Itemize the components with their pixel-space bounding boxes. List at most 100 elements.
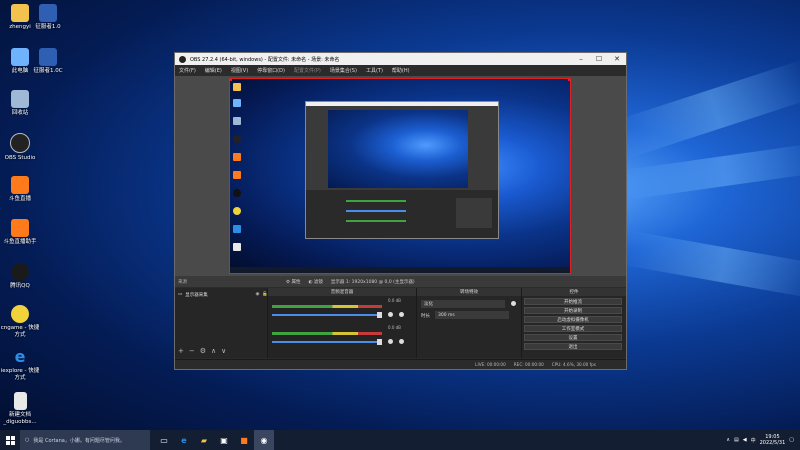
ie-icon: e	[14, 347, 26, 366]
start-button[interactable]	[0, 430, 20, 450]
resize-handle[interactable]	[230, 79, 232, 81]
task-view-icon[interactable]: ▭	[154, 430, 174, 450]
transitions-pane: 转场特效 淡化 时长 300 ms	[417, 288, 522, 358]
audio-meter-2	[272, 332, 382, 335]
menu-view[interactable]: 视图(V)	[231, 67, 248, 74]
add-transition-icon[interactable]	[511, 301, 516, 306]
ime-icon[interactable]: 中	[751, 437, 756, 444]
preview-icon	[233, 83, 241, 91]
menu-tools[interactable]: 工具(T)	[366, 67, 383, 74]
maximize-icon[interactable]: ☐	[590, 55, 608, 63]
desktop-icon-iexplore[interactable]: e iexplore - 快捷方式	[0, 348, 40, 382]
sources-toolbar: + − ⚙ ∧ ∨	[178, 347, 226, 355]
taskbar-apps: ▭ e ▰ ▣ ■ ◉	[154, 430, 274, 450]
display-select[interactable]: 显示器 1: 1920x1080 @ 0,0 (主显示器)	[327, 279, 419, 285]
audio-db-1: 0.0 dB	[388, 298, 401, 303]
window-title: OBS 27.2.4 (64-bit, windows) - 配置文件: 未命名…	[190, 56, 340, 63]
network-icon[interactable]: ▤	[734, 437, 739, 443]
move-down-icon[interactable]: ∨	[221, 347, 226, 355]
desktop-icon-qq[interactable]: 腾讯QQ	[0, 263, 40, 290]
move-up-icon[interactable]: ∧	[211, 347, 216, 355]
douyu-icon	[11, 176, 29, 194]
menu-profile[interactable]: 配置文件(P)	[294, 67, 321, 74]
speaker-icon[interactable]	[388, 312, 393, 317]
user-folder-icon	[11, 4, 29, 22]
cpu-status: CPU: 4.6%, 30.00 fps	[551, 362, 596, 367]
start-streaming-button[interactable]: 开始推流	[524, 298, 622, 305]
preview-icon	[233, 171, 241, 179]
menu-scene-collection[interactable]: 场景集合(S)	[330, 67, 357, 74]
transition-select[interactable]: 淡化	[421, 300, 505, 308]
volume-slider-1[interactable]	[272, 312, 382, 318]
obs-logo-icon	[179, 55, 186, 63]
chevron-up-icon[interactable]: ∧	[726, 437, 730, 443]
rec-status: REC: 00:00:00	[513, 362, 544, 367]
source-toolbar: 来源 ⚙ 属性 ◐ 滤镜 显示器 1: 1920x1080 @ 0,0 (主显示…	[175, 276, 626, 287]
volume-slider-2[interactable]	[272, 339, 382, 345]
desktop-icon-obs[interactable]: OBS Studio	[0, 133, 40, 162]
speaker-icon[interactable]	[388, 339, 393, 344]
qq-icon	[11, 263, 29, 281]
add-icon[interactable]: +	[178, 347, 184, 355]
search-text: 我是 Cortana，小娜。有问题尽管问我。	[33, 437, 125, 444]
gear-icon[interactable]	[399, 312, 404, 317]
preview-taskbar	[230, 267, 570, 273]
obs-taskbar-icon[interactable]: ◉	[254, 430, 274, 450]
store-icon[interactable]: ▣	[214, 430, 234, 450]
game-icon	[11, 305, 29, 323]
douyu-assistant-icon	[11, 219, 29, 237]
app-icon	[39, 48, 57, 66]
clock[interactable]: 19:05 2022/5/31	[760, 434, 786, 446]
desktop-icon-douyu[interactable]: 斗鱼直播	[0, 176, 40, 203]
resize-handle[interactable]	[568, 79, 570, 81]
edge-icon[interactable]: e	[174, 430, 194, 450]
desktop-icon-app1[interactable]: 征服者1.0	[28, 4, 68, 31]
source-item[interactable]: ▭ 显示器采集 ◉ 🔓	[178, 291, 268, 298]
desktop-icon-recycle-bin[interactable]: 回收站	[0, 90, 40, 117]
slider-knob[interactable]	[377, 312, 382, 318]
document-icon	[13, 392, 27, 410]
minimize-icon[interactable]: –	[572, 55, 590, 63]
close-icon[interactable]: ✕	[608, 55, 626, 63]
douyu-icon[interactable]: ■	[234, 430, 254, 450]
remove-icon[interactable]: −	[189, 347, 195, 355]
start-recording-button[interactable]: 开始录制	[524, 307, 622, 314]
filter-icon: ◐	[308, 279, 313, 285]
desktop-icon-douyu-assistant[interactable]: 斗鱼直播助手	[0, 219, 40, 246]
controls-header: 控件	[522, 288, 626, 296]
eye-icon[interactable]: ◉	[255, 292, 259, 297]
studio-mode-button[interactable]: 工作室模式	[524, 325, 622, 332]
gear-icon[interactable]	[399, 339, 404, 344]
properties-button[interactable]: ⚙ 属性	[282, 279, 304, 285]
duration-input[interactable]: 300 ms	[435, 311, 509, 319]
settings-icon[interactable]: ⚙	[200, 347, 206, 355]
source-label: 来源	[178, 279, 187, 285]
gear-icon: ⚙	[286, 279, 291, 285]
menu-docks[interactable]: 停靠窗口(D)	[257, 67, 285, 74]
menu-file[interactable]: 文件(F)	[179, 67, 196, 74]
menu-help[interactable]: 帮助(H)	[392, 67, 410, 74]
notification-icon[interactable]: ▢	[789, 437, 794, 443]
start-virtual-camera-button[interactable]: 启动虚拟摄像机	[524, 316, 622, 323]
filters-button[interactable]: ◐ 滤镜	[304, 279, 326, 285]
preview-icon	[233, 117, 241, 125]
sources-pane: ▭ 显示器采集 ◉ 🔓 + − ⚙ ∧ ∨	[175, 288, 268, 358]
cortana-search-box[interactable]: ○ 我是 Cortana，小娜。有问题尽管问我。	[20, 430, 150, 450]
clock-date: 2022/5/31	[759, 440, 786, 446]
preview-icon	[233, 153, 241, 161]
obs-titlebar[interactable]: OBS 27.2.4 (64-bit, windows) - 配置文件: 未命名…	[175, 53, 626, 65]
computer-icon	[11, 48, 29, 66]
file-explorer-icon[interactable]: ▰	[194, 430, 214, 450]
settings-button[interactable]: 设置	[524, 334, 622, 341]
preview-canvas[interactable]	[229, 78, 571, 274]
obs-dock: ▭ 显示器采集 ◉ 🔓 + − ⚙ ∧ ∨ 音频混音器 0.0 dB 0.0 d…	[175, 288, 626, 358]
desktop-icon-document[interactable]: 新建文档_diguobbs...	[0, 392, 40, 426]
volume-icon[interactable]: ◀	[743, 437, 747, 443]
audio-mixer-pane: 音频混音器 0.0 dB 0.0 dB	[268, 288, 417, 358]
exit-button[interactable]: 退出	[524, 343, 622, 350]
menu-edit[interactable]: 编辑(E)	[205, 67, 222, 74]
slider-knob[interactable]	[377, 339, 382, 345]
preview-area	[175, 76, 626, 276]
desktop-icon-cngame[interactable]: cngame - 快捷方式	[0, 305, 40, 339]
desktop-icon-app2[interactable]: 征服者1.0C	[28, 48, 68, 75]
